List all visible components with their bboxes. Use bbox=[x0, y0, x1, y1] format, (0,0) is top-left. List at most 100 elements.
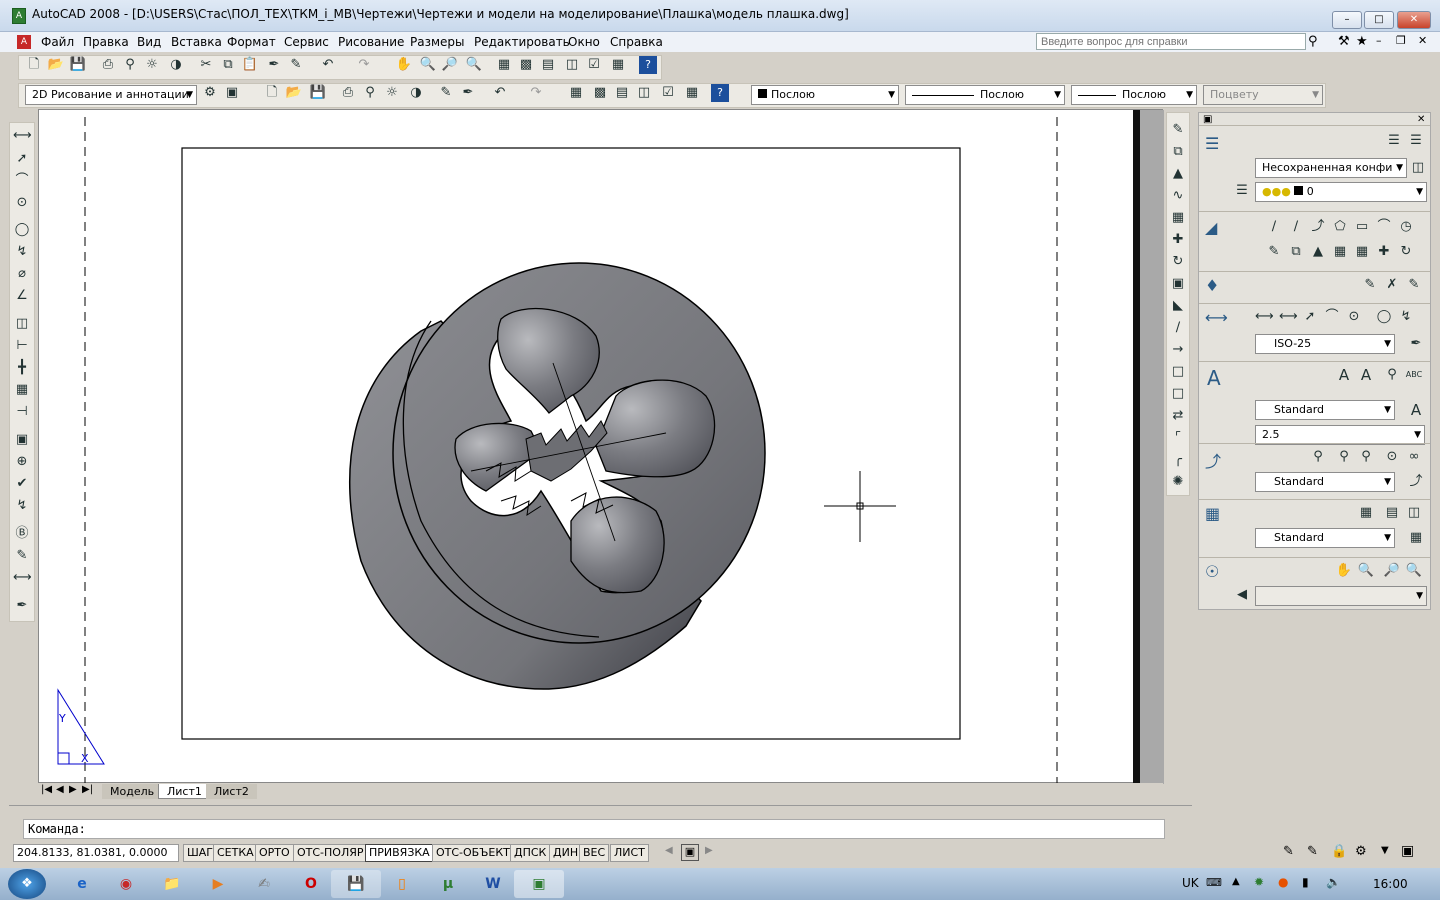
paper-toggle[interactable]: ЛИСТ bbox=[610, 844, 649, 862]
diameter-icon[interactable]: ⌀ bbox=[13, 265, 31, 283]
dimension-text-edit-icon[interactable]: ✎ bbox=[13, 547, 31, 565]
table-style-icon[interactable]: ▦ bbox=[1407, 529, 1425, 547]
scroll-left-icon[interactable]: ◀ bbox=[665, 845, 673, 856]
status-menu-chevron-icon[interactable]: ▼ bbox=[1381, 845, 1389, 856]
lock-icon[interactable]: 🔒 bbox=[1331, 844, 1347, 859]
redo-icon[interactable]: ↷ bbox=[355, 56, 373, 74]
linear-dimension-icon[interactable]: ⟷ bbox=[13, 127, 32, 145]
rectangle-icon[interactable]: ▭ bbox=[1353, 218, 1371, 236]
sheet-set-icon[interactable]: ◫ bbox=[635, 84, 653, 102]
fillet-icon[interactable]: ╭ bbox=[1169, 451, 1187, 469]
language-indicator[interactable]: UK bbox=[1182, 876, 1199, 890]
undo-icon[interactable]: ↶ bbox=[319, 56, 337, 74]
redo-icon[interactable]: ↷ bbox=[527, 84, 545, 102]
doc-minimize-button[interactable]: – bbox=[1376, 34, 1382, 47]
tray-app-icon[interactable]: ● bbox=[1278, 875, 1288, 889]
array-icon[interactable]: ▦ bbox=[1169, 209, 1187, 227]
menu-edit[interactable]: Правка bbox=[83, 35, 129, 49]
annotation-scale-icon[interactable]: ✎ bbox=[1283, 844, 1294, 859]
menu-view[interactable]: Вид bbox=[137, 35, 161, 49]
inspection-icon[interactable]: ✔ bbox=[13, 475, 31, 493]
zoom-previous-icon[interactable]: 🔍 bbox=[465, 56, 483, 74]
menu-draw[interactable]: Рисование bbox=[338, 35, 404, 49]
trim-icon[interactable]: ∕ bbox=[1169, 319, 1187, 337]
paint-icon[interactable]: ✍ bbox=[239, 870, 289, 898]
add-leader-icon[interactable]: ⚲ bbox=[1335, 448, 1353, 466]
menu-insert[interactable]: Вставка bbox=[171, 35, 222, 49]
table-export-icon[interactable]: ▤ bbox=[1383, 504, 1401, 522]
baseline-icon[interactable]: ⟷ bbox=[1279, 308, 1298, 326]
menu-modify[interactable]: Редактировать bbox=[474, 35, 570, 49]
dashboard-close-button[interactable]: ✕ bbox=[1417, 114, 1425, 125]
polar-toggle[interactable]: ОТС-ПОЛЯР bbox=[293, 844, 368, 862]
zoom-realtime-icon[interactable]: 🔍 bbox=[419, 56, 437, 74]
zoom-window-icon[interactable]: 🔎 bbox=[441, 56, 459, 74]
layer-select[interactable]: ●●● 0 ▼ bbox=[1255, 182, 1427, 202]
jogged-icon[interactable]: ↯ bbox=[13, 243, 31, 261]
autocad-taskbar-icon[interactable]: ▣ bbox=[514, 870, 564, 898]
find-text-icon[interactable]: ⚲ bbox=[1383, 366, 1401, 384]
opera-icon[interactable]: O bbox=[286, 870, 336, 898]
design-center-icon[interactable]: ▩ bbox=[591, 84, 609, 102]
close-button[interactable]: ✕ bbox=[1397, 11, 1431, 29]
maximize-button[interactable]: □ bbox=[1364, 11, 1394, 29]
aligned-dimension-icon[interactable]: ➚ bbox=[1301, 308, 1319, 326]
explode-icon[interactable]: ✺ bbox=[1169, 473, 1187, 491]
explorer-folder-icon[interactable]: 📁 bbox=[147, 870, 197, 898]
save-icon[interactable]: 💾 bbox=[69, 56, 87, 74]
construction-line-icon[interactable]: ∕ bbox=[1287, 218, 1305, 236]
zoom-previous-icon[interactable]: 🔍 bbox=[1405, 562, 1423, 580]
markup-icon[interactable]: ☑ bbox=[585, 56, 603, 74]
menu-help[interactable]: Справка bbox=[610, 35, 663, 49]
rotate-icon[interactable]: ↻ bbox=[1169, 253, 1187, 271]
open-icon[interactable]: 📂 bbox=[285, 84, 303, 102]
text-height-select[interactable]: 2.5 ▼ bbox=[1255, 425, 1425, 445]
mirror-icon[interactable]: ▲ bbox=[1169, 165, 1187, 183]
snap-toggle[interactable]: ШАГ bbox=[183, 844, 217, 862]
new-icon[interactable]: 🗋 bbox=[25, 56, 43, 74]
dimension-edit-icon[interactable]: Ⓑ bbox=[13, 525, 31, 543]
align-leaders-icon[interactable]: ⊙ bbox=[1383, 448, 1401, 466]
remove-leader-icon[interactable]: ⚲ bbox=[1357, 448, 1375, 466]
jogged-icon[interactable]: ↯ bbox=[1397, 308, 1415, 326]
jogged-linear-icon[interactable]: ↯ bbox=[13, 497, 31, 515]
text-style-select[interactable]: Standard ▼ bbox=[1255, 400, 1395, 420]
dimension-style-icon[interactable]: ✒ bbox=[13, 597, 31, 615]
dimension-space-icon[interactable]: ▦ bbox=[13, 381, 31, 399]
help-icon[interactable]: ? bbox=[711, 84, 729, 102]
3d-make-icon[interactable]: ♦ bbox=[1205, 276, 1219, 295]
center-mark-icon[interactable]: ⊕ bbox=[13, 453, 31, 471]
linear-dimension-icon[interactable]: ⟷ bbox=[1255, 308, 1274, 326]
navigate-compass-icon[interactable]: ☉ bbox=[1205, 562, 1219, 581]
copy-object-icon[interactable]: ⧉ bbox=[1287, 243, 1305, 261]
tray-expand-icon[interactable]: ▲ bbox=[1232, 876, 1240, 887]
baseline-icon[interactable]: ⊢ bbox=[13, 337, 31, 355]
last-tab-button[interactable]: ▶| bbox=[82, 784, 93, 795]
continue-icon[interactable]: ╋ bbox=[13, 359, 31, 377]
menu-format[interactable]: Формат bbox=[227, 35, 276, 49]
plot-preview-icon[interactable]: ⚲ bbox=[361, 84, 379, 102]
mleader-style-icon[interactable]: ⤴ bbox=[1407, 473, 1425, 491]
table-link-icon[interactable]: ◫ bbox=[1405, 504, 1423, 522]
dim-style-select[interactable]: ISO-25 ▼ bbox=[1255, 334, 1395, 354]
dimension-break-icon[interactable]: ⊣ bbox=[13, 403, 31, 421]
layer-state-select[interactable]: Несохраненная конфи ▼ bbox=[1255, 158, 1407, 178]
pan-icon[interactable]: ✋ bbox=[1335, 562, 1353, 580]
break-icon[interactable]: □ bbox=[1169, 385, 1187, 403]
clock[interactable]: 16:00 bbox=[1373, 877, 1408, 891]
offset-icon[interactable]: ∿ bbox=[1169, 187, 1187, 205]
collect-leaders-icon[interactable]: ∞ bbox=[1405, 448, 1423, 466]
cut-icon[interactable]: ✂ bbox=[197, 56, 215, 74]
tray-settings-icon[interactable]: ⚙ bbox=[1355, 844, 1367, 859]
mirror-icon[interactable]: ▲ bbox=[1309, 243, 1327, 261]
publish-icon[interactable]: ☼ bbox=[383, 84, 401, 102]
extend-icon[interactable]: → bbox=[1169, 341, 1187, 359]
menu-window[interactable]: Окно bbox=[568, 35, 600, 49]
doc-close-button[interactable]: ✕ bbox=[1418, 34, 1427, 47]
block-editor-icon[interactable]: ✎ bbox=[287, 56, 305, 74]
rotate-icon[interactable]: ↻ bbox=[1397, 243, 1415, 261]
linetype-select[interactable]: Послою ▼ bbox=[905, 85, 1065, 105]
zoom-realtime-icon[interactable]: 🔍 bbox=[1357, 562, 1375, 580]
menu-file[interactable]: Файл bbox=[41, 35, 74, 49]
lwt-toggle[interactable]: ВЕС bbox=[579, 844, 610, 862]
